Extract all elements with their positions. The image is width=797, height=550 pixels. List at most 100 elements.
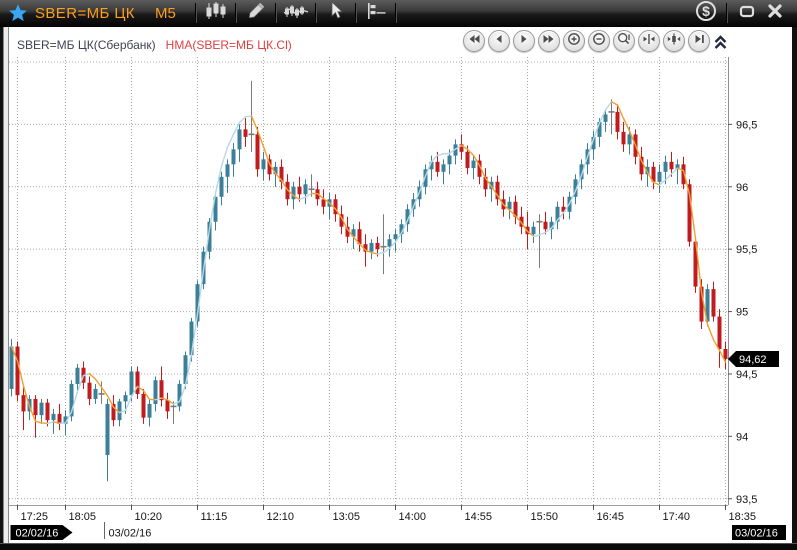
hma-segment: [444, 153, 450, 154]
x-axis-label: 13:05: [333, 511, 361, 523]
candle-body: [292, 187, 296, 199]
go-to-end-icon: [692, 32, 706, 51]
hma-segment: [240, 117, 246, 123]
zoom-select-icon: [617, 32, 631, 51]
candle-body: [658, 172, 662, 182]
candle-body: [544, 222, 548, 229]
hma-segment: [36, 421, 42, 423]
candle-body: [622, 132, 626, 144]
nav-zoom-select-button[interactable]: [613, 30, 635, 52]
x-axis-label: 14:00: [399, 511, 427, 523]
y-axis-label: 95: [736, 307, 748, 319]
nav-zoom-out-button[interactable]: [588, 30, 610, 52]
toolbar-divider: [355, 3, 357, 23]
compress-horizontal-icon: [642, 32, 656, 51]
candle-body: [40, 403, 44, 415]
current-date-label: 03/02/16: [735, 528, 778, 540]
hma-segment: [48, 422, 54, 423]
hma-line: [12, 102, 726, 424]
money-button[interactable]: $: [691, 2, 721, 24]
indicator-label: HMA(SBER=МБ ЦК.Cl): [166, 38, 292, 52]
cursor-tool-button[interactable]: [322, 2, 350, 24]
candle-body: [466, 152, 470, 168]
candle-body: [436, 162, 440, 172]
candle-body: [232, 149, 236, 164]
candle-body: [442, 164, 446, 171]
close-icon: [765, 1, 785, 26]
hma-segment: [534, 235, 540, 236]
step-forward-icon: [517, 32, 531, 51]
candle-body: [16, 347, 20, 396]
candles-layer: [10, 81, 728, 482]
candle-body: [22, 395, 26, 411]
candle-body: [394, 234, 398, 239]
indicator-tool-button[interactable]: [282, 2, 310, 24]
window-bottom-frame: [0, 543, 797, 550]
candle-body: [472, 161, 476, 168]
svg-text:$: $: [702, 3, 710, 19]
y-axis-label: 96,5: [736, 119, 757, 131]
chart-pane: SBER=МБ ЦК(Сбербанк) HMA(SBER=МБ ЦК.Cl) …: [3, 27, 792, 543]
zoom-in-icon: [567, 32, 581, 51]
instrument-label: SBER=МБ ЦК(Сбербанк): [17, 38, 156, 52]
candlestick-type-tool-button[interactable]: [202, 2, 230, 24]
date-flag-label: 02/02/16: [16, 528, 59, 540]
cursor-icon: [327, 1, 345, 26]
grid-layer: [9, 57, 728, 505]
nav-step-back-button[interactable]: [488, 30, 510, 52]
candle-body: [46, 403, 50, 420]
y-axis-label: 96: [736, 182, 748, 194]
hma-segment: [654, 182, 660, 185]
last-price-label: 94,62: [739, 354, 767, 366]
x-axis-label: 12:10: [267, 511, 295, 523]
close-button[interactable]: [761, 2, 789, 24]
nav-zoom-in-button[interactable]: [563, 30, 585, 52]
y-axis-label: 93,5: [736, 494, 757, 506]
candlestick-chart-canvas[interactable]: 96,59695,59594,59493,517:2518:0510:2011:…: [9, 56, 792, 543]
x-axis-label: 15:50: [531, 511, 559, 523]
nav-compress-horizontal-button[interactable]: [638, 30, 660, 52]
hma-segment: [540, 232, 546, 235]
candle-body: [88, 383, 92, 399]
y-axis-label: 95,5: [736, 244, 757, 256]
draw-pencil-icon: [246, 1, 266, 26]
candle-body: [370, 243, 374, 252]
x-axis-label: 17:25: [21, 511, 49, 523]
collapse-toolbar-button[interactable]: [712, 33, 728, 51]
hma-segment: [708, 324, 714, 339]
candle-body: [376, 243, 380, 249]
candle-body: [712, 289, 716, 316]
nav-go-to-end-button[interactable]: [688, 30, 710, 52]
nav-rewind-button[interactable]: [463, 30, 485, 52]
candle-body: [220, 177, 224, 197]
levels-tool-button[interactable]: [362, 2, 390, 24]
x-axis-label: 16:45: [597, 511, 625, 523]
draw-pencil-tool-button[interactable]: [242, 2, 270, 24]
hma-segment: [372, 253, 378, 254]
toolbar-divider: [315, 3, 317, 23]
candle-body: [304, 184, 308, 194]
x-axis-label: 10:20: [135, 511, 163, 523]
candle-body: [604, 114, 608, 121]
candle-body: [136, 371, 140, 393]
window-title: SBER=МБ ЦК: [35, 5, 135, 22]
candle-body: [148, 404, 152, 418]
rewind-icon: [467, 32, 481, 51]
y-axis-label: 94,5: [736, 369, 757, 381]
candle-body: [34, 399, 38, 415]
nav-step-forward-button[interactable]: [513, 30, 535, 52]
toolbar-divider: [395, 3, 397, 23]
nav-fast-forward-button[interactable]: [538, 30, 560, 52]
candle-body: [616, 112, 620, 132]
candle-body: [178, 384, 182, 406]
candle-body: [94, 389, 98, 399]
nav-compress-candles-button[interactable]: [663, 30, 685, 52]
candle-body: [160, 380, 164, 400]
maximize-button[interactable]: [733, 2, 761, 24]
compress-candles-icon: [667, 32, 681, 51]
candle-body: [130, 371, 134, 395]
x-axis-label: 18:35: [729, 511, 757, 523]
candle-body: [142, 394, 146, 418]
hma-segment: [666, 174, 672, 180]
hma-segment: [96, 379, 102, 387]
